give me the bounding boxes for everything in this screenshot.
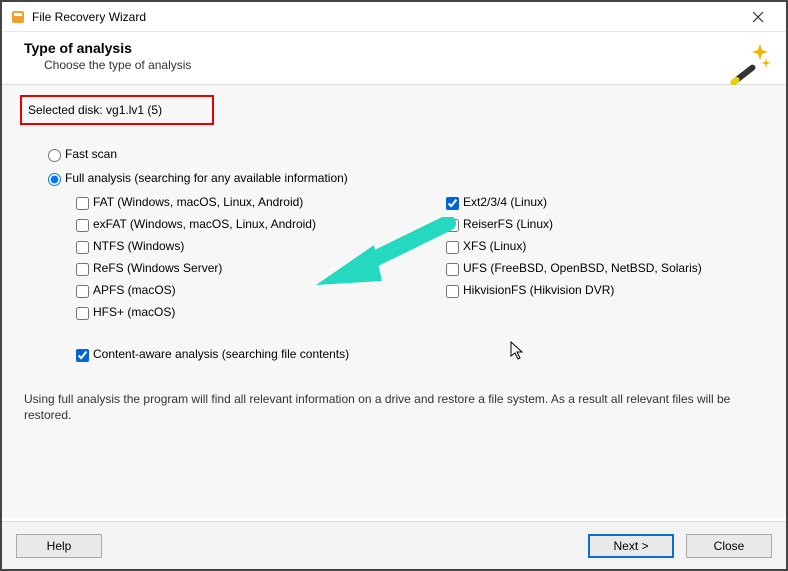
fs-ntfs[interactable]: NTFS (Windows) (76, 239, 406, 253)
fs-reiserfs[interactable]: ReiserFS (Linux) (446, 217, 746, 231)
next-button[interactable]: Next > (588, 534, 674, 558)
fast-scan-option[interactable]: Fast scan (48, 147, 768, 161)
fast-scan-radio[interactable] (48, 149, 61, 162)
analysis-description: Using full analysis the program will fin… (24, 391, 764, 423)
content-area: Selected disk: vg1.lv1 (5) Fast scan Ful… (2, 85, 786, 518)
full-analysis-radio[interactable] (48, 173, 61, 186)
full-analysis-label: Full analysis (searching for any availab… (65, 171, 348, 185)
fast-scan-label: Fast scan (65, 147, 117, 161)
window-title: File Recovery Wizard (32, 10, 738, 24)
filesystem-grid: FAT (Windows, macOS, Linux, Android) Ext… (76, 195, 768, 319)
close-button[interactable]: Close (686, 534, 772, 558)
fs-xfs[interactable]: XFS (Linux) (446, 239, 746, 253)
fs-hikvisionfs[interactable]: HikvisionFS (Hikvision DVR) (446, 283, 746, 297)
help-button[interactable]: Help (16, 534, 102, 558)
fs-ufs[interactable]: UFS (FreeBSD, OpenBSD, NetBSD, Solaris) (446, 261, 746, 275)
selected-disk-label: Selected disk: vg1.lv1 (5) (28, 103, 162, 117)
app-icon (10, 9, 26, 25)
window-close-button[interactable] (738, 3, 778, 31)
fs-refs[interactable]: ReFS (Windows Server) (76, 261, 406, 275)
fs-fat[interactable]: FAT (Windows, macOS, Linux, Android) (76, 195, 406, 209)
content-aware-label: Content-aware analysis (searching file c… (93, 347, 349, 361)
page-subtitle: Choose the type of analysis (44, 58, 764, 72)
wizard-header: Type of analysis Choose the type of anal… (2, 32, 786, 85)
wizard-wand-icon (724, 38, 772, 86)
fs-hfsplus[interactable]: HFS+ (macOS) (76, 305, 406, 319)
fs-ext[interactable]: Ext2/3/4 (Linux) (446, 195, 746, 209)
page-title: Type of analysis (24, 40, 764, 56)
full-analysis-option[interactable]: Full analysis (searching for any availab… (48, 171, 768, 185)
fs-exfat[interactable]: exFAT (Windows, macOS, Linux, Android) (76, 217, 406, 231)
titlebar: File Recovery Wizard (2, 2, 786, 32)
content-aware-option[interactable]: Content-aware analysis (searching file c… (76, 347, 768, 361)
content-aware-checkbox[interactable] (76, 349, 89, 362)
fs-apfs[interactable]: APFS (macOS) (76, 283, 406, 297)
footer: Help Next > Close (2, 521, 786, 569)
selected-disk-box: Selected disk: vg1.lv1 (5) (20, 95, 214, 125)
